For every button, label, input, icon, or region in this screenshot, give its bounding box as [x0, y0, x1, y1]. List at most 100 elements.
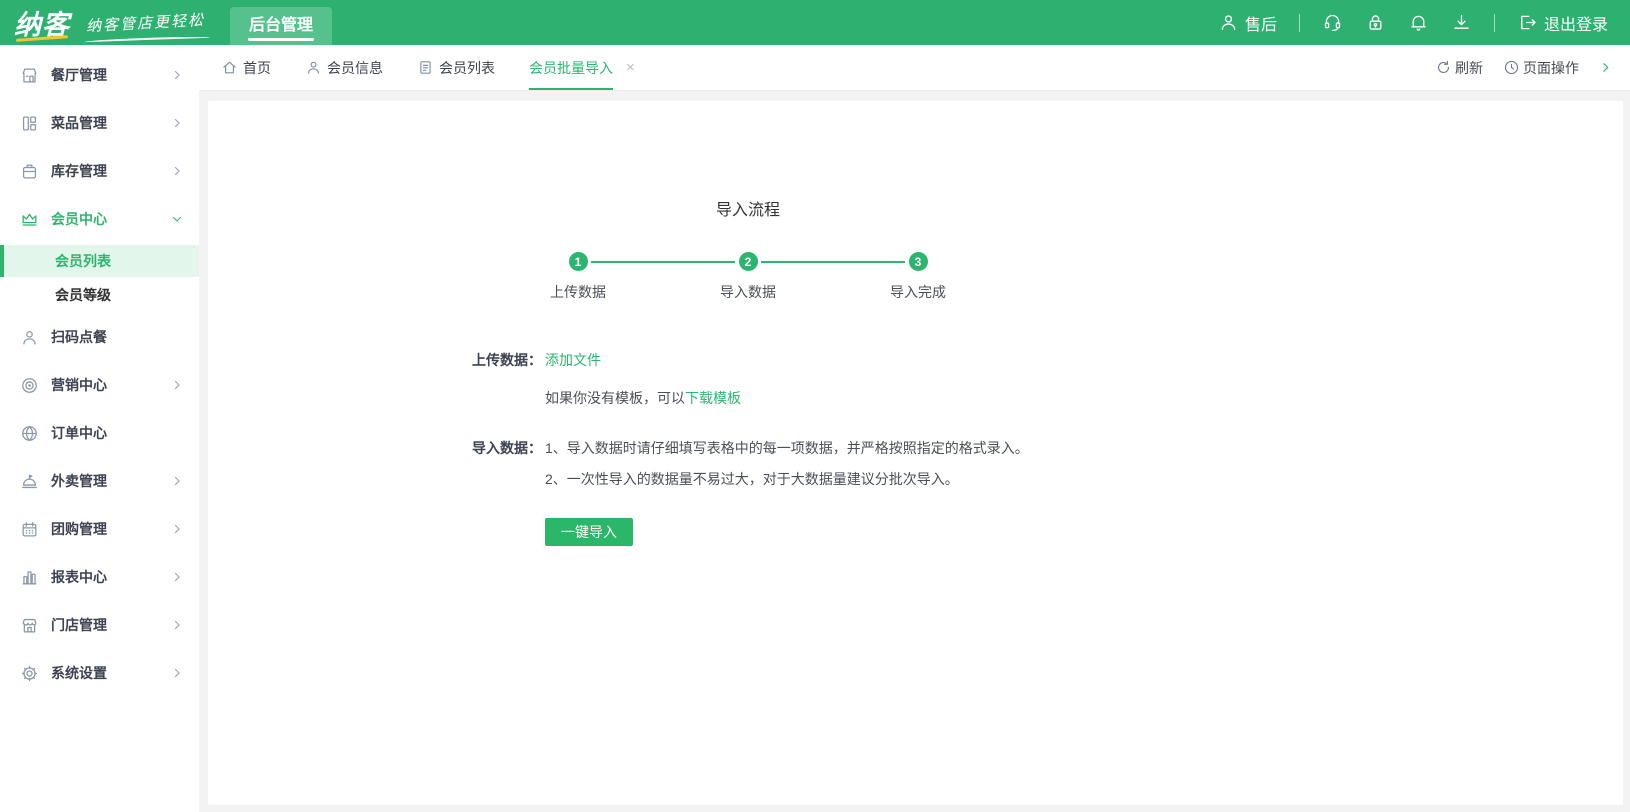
- sidebar-item-takeout[interactable]: 外卖管理: [0, 457, 199, 505]
- download-icon[interactable]: [1451, 12, 1472, 33]
- sidebar-item-label: 扫码点餐: [51, 329, 107, 345]
- app-header: 纳客 纳客管店更轻松 后台管理 售后 退出登录: [0, 0, 1630, 45]
- sidebar: 餐厅管理 菜品管理 库存管理 会员中心 会员列表 会员等级 扫码点餐 营销中心 …: [0, 45, 199, 812]
- upload-label: 上传数据：: [472, 352, 542, 368]
- page-actions-label: 页面操作: [1523, 59, 1579, 76]
- marketing-icon: [20, 376, 39, 395]
- sidebar-subitem-label: 会员列表: [55, 253, 111, 269]
- sidebar-item-member-center[interactable]: 会员中心: [0, 195, 199, 243]
- template-hint-row: 如果你没有模板，可以下载模板: [545, 388, 1623, 408]
- headset-icon[interactable]: [1322, 12, 1343, 33]
- member-crown-icon: [20, 210, 39, 229]
- sidebar-item-label: 餐厅管理: [51, 67, 107, 83]
- step-label: 导入完成: [890, 284, 946, 300]
- refresh-label: 刷新: [1455, 59, 1483, 76]
- step-number-badge: 1: [568, 252, 588, 271]
- tab-member-info[interactable]: 会员信息: [305, 45, 383, 90]
- download-template-link[interactable]: 下载模板: [685, 390, 741, 406]
- sidebar-item-label: 门店管理: [51, 617, 107, 633]
- import-instruction-2: 2、一次性导入的数据量不易过大，对于大数据量建议分批次导入。: [545, 471, 959, 487]
- aftersale-button[interactable]: 售后: [1218, 11, 1277, 35]
- tab-member-list[interactable]: 会员列表: [417, 45, 495, 90]
- inventory-icon: [20, 162, 39, 181]
- sidebar-item-groupbuy[interactable]: 团购管理: [0, 505, 199, 553]
- chevron-down-icon: [171, 213, 183, 225]
- sidebar-item-reports[interactable]: 报表中心: [0, 553, 199, 601]
- import-instruction-1: 1、导入数据时请仔细填写表格中的每一项数据，并严格按照指定的格式录入。: [545, 440, 1029, 456]
- nav-tab-backend[interactable]: 后台管理: [230, 7, 332, 45]
- sidebar-item-marketing[interactable]: 营销中心: [0, 361, 199, 409]
- sidebar-subitem-label: 会员等级: [55, 287, 111, 303]
- sidebar-item-label: 系统设置: [51, 665, 107, 681]
- dishes-icon: [20, 114, 39, 133]
- sidebar-item-orders[interactable]: 订单中心: [0, 409, 199, 457]
- step-indicator: 1 上传数据 2 导入数据 3 导入完成: [493, 252, 1003, 302]
- chevron-right-icon: [171, 69, 183, 81]
- step-label: 导入数据: [720, 284, 776, 300]
- step-complete: 3 导入完成: [833, 252, 1003, 302]
- bell-icon[interactable]: [1408, 12, 1429, 33]
- content-background: 导入流程 1 上传数据 2 导入数据 3 导入完成 上传数据： 添加文件 如果你…: [199, 91, 1630, 812]
- sidebar-subitem-member-level[interactable]: 会员等级: [0, 279, 199, 311]
- logout-button[interactable]: 退出登录: [1517, 11, 1608, 35]
- brand-area: 纳客 纳客管店更轻松: [0, 0, 215, 45]
- chevron-right-icon: [171, 619, 183, 631]
- import-label: 导入数据：: [472, 440, 542, 456]
- step-upload: 1 上传数据: [493, 252, 663, 302]
- sidebar-item-dishes[interactable]: 菜品管理: [0, 99, 199, 147]
- sidebar-item-label: 会员中心: [51, 211, 107, 227]
- scan-order-icon: [20, 328, 39, 347]
- logout-label: 退出登录: [1543, 16, 1608, 34]
- chevron-right-icon[interactable]: [1599, 61, 1612, 74]
- logout-icon: [1517, 12, 1538, 33]
- user-icon: [305, 59, 322, 76]
- import-card: 导入流程 1 上传数据 2 导入数据 3 导入完成 上传数据： 添加文件 如果你…: [208, 101, 1623, 805]
- settings-icon: [20, 664, 39, 683]
- step-number-badge: 3: [908, 252, 928, 271]
- sidebar-item-scan-order[interactable]: 扫码点餐: [0, 313, 199, 361]
- sidebar-item-label: 团购管理: [51, 521, 107, 537]
- chevron-right-icon: [171, 475, 183, 487]
- flow-title: 导入流程: [715, 202, 780, 219]
- nav-tab-underline: [248, 38, 314, 41]
- chevron-right-icon: [171, 667, 183, 679]
- refresh-button[interactable]: 刷新: [1435, 58, 1483, 78]
- sidebar-item-inventory[interactable]: 库存管理: [0, 147, 199, 195]
- store-icon: [20, 616, 39, 635]
- sidebar-item-settings[interactable]: 系统设置: [0, 649, 199, 697]
- tab-member-batch-import[interactable]: 会员批量导入 ×: [529, 45, 635, 90]
- refresh-icon: [1435, 59, 1452, 76]
- app-logo: 纳客: [14, 3, 76, 42]
- step-connector: [591, 261, 735, 263]
- page-actions-button[interactable]: 页面操作: [1503, 58, 1579, 78]
- template-hint-text: 如果你没有模板，可以: [545, 390, 685, 406]
- sidebar-item-restaurant[interactable]: 餐厅管理: [0, 51, 199, 99]
- import-instructions-row: 导入数据： 1、导入数据时请仔细填写表格中的每一项数据，并严格按照指定的格式录入…: [472, 438, 1623, 500]
- close-icon[interactable]: ×: [626, 59, 635, 76]
- sidebar-item-label: 订单中心: [51, 425, 107, 441]
- chevron-right-icon: [171, 523, 183, 535]
- order-globe-icon: [20, 424, 39, 443]
- sidebar-item-stores[interactable]: 门店管理: [0, 601, 199, 649]
- step-number-badge: 2: [738, 252, 758, 271]
- takeout-icon: [20, 472, 39, 491]
- home-icon: [221, 59, 238, 76]
- chevron-right-icon: [171, 571, 183, 583]
- header-divider: [1493, 13, 1495, 32]
- step-import: 2 导入数据: [663, 252, 833, 302]
- brand-slogan: 纳客管店更轻松: [86, 9, 206, 36]
- tab-home[interactable]: 首页: [221, 45, 271, 90]
- import-form: 上传数据： 添加文件 如果你没有模板，可以下载模板 导入数据： 1、导入数据时请…: [472, 350, 1623, 546]
- tab-label: 会员列表: [439, 59, 495, 76]
- step-connector: [761, 261, 905, 263]
- add-file-link[interactable]: 添加文件: [545, 350, 601, 370]
- chevron-right-icon: [171, 379, 183, 391]
- groupbuy-icon: [20, 520, 39, 539]
- one-click-import-button[interactable]: 一键导入: [545, 518, 633, 546]
- tab-label: 会员批量导入: [529, 59, 613, 76]
- sidebar-item-label: 营销中心: [51, 377, 107, 393]
- tab-label: 首页: [243, 59, 271, 76]
- sidebar-subitem-member-list[interactable]: 会员列表: [0, 245, 199, 277]
- user-icon: [1218, 12, 1239, 33]
- lock-icon[interactable]: [1365, 12, 1386, 33]
